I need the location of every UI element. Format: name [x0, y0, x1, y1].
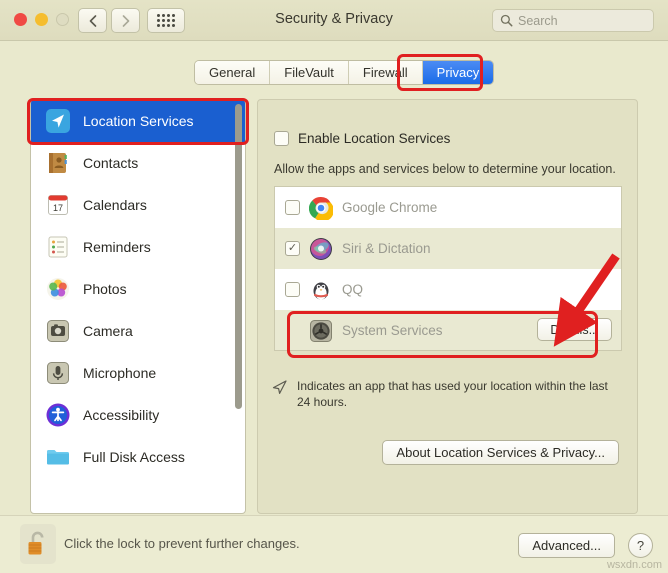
reminders-list-icon — [45, 234, 71, 260]
help-button[interactable]: ? — [628, 533, 653, 558]
sidebar-label: Reminders — [83, 239, 151, 255]
accessibility-icon — [45, 402, 71, 428]
app-name: QQ — [342, 282, 364, 297]
tab-bar: General FileVault Firewall Privacy — [194, 60, 495, 85]
chrome-icon — [308, 196, 334, 221]
note-text: Indicates an app that has used your loca… — [297, 379, 608, 410]
sidebar-label: Microphone — [83, 365, 157, 381]
search-placeholder: Search — [518, 13, 558, 28]
sidebar-item-contacts[interactable]: Contacts — [31, 142, 245, 184]
sidebar-label: Contacts — [83, 155, 139, 171]
watermark: wsxdn.com — [606, 559, 662, 571]
sidebar-label: Camera — [83, 323, 133, 339]
app-row-google-chrome[interactable]: Google Chrome — [275, 187, 621, 228]
camera-icon — [45, 318, 71, 344]
sidebar-item-calendars[interactable]: 17 Calendars — [31, 184, 245, 226]
lock-message: Click the lock to prevent further change… — [64, 536, 300, 551]
tab-privacy[interactable]: Privacy — [422, 61, 494, 84]
sidebar-item-location-services[interactable]: Location Services — [31, 100, 245, 142]
siri-icon — [309, 237, 333, 261]
tab-firewall[interactable]: Firewall — [348, 61, 423, 84]
details-button[interactable]: Details... — [537, 318, 612, 341]
app-name: Google Chrome — [342, 200, 438, 215]
qq-penguin-icon — [309, 278, 333, 302]
search-icon — [500, 14, 513, 27]
app-checkbox[interactable]: ✓ — [285, 241, 300, 256]
microphone-icon — [45, 360, 71, 386]
about-location-services-button[interactable]: About Location Services & Privacy... — [382, 440, 619, 465]
privacy-detail-panel: Enable Location Services Allow the apps … — [257, 99, 638, 514]
lock-button[interactable] — [20, 524, 56, 564]
photos-flower-icon — [45, 276, 71, 302]
system-services-gear-icon — [309, 319, 333, 343]
location-arrow-icon — [45, 108, 71, 134]
sidebar-item-photos[interactable]: Photos — [31, 268, 245, 310]
sidebar-item-camera[interactable]: Camera — [31, 310, 245, 352]
tab-general[interactable]: General — [195, 61, 271, 84]
sidebar-label: Accessibility — [83, 407, 160, 423]
privacy-category-sidebar[interactable]: Location Services Contacts 17 Calendars — [30, 99, 246, 514]
title-bar: Security & Privacy Search — [0, 0, 668, 41]
app-name: System Services — [342, 323, 443, 338]
sidebar-scrollbar[interactable] — [235, 104, 242, 409]
svg-text:17: 17 — [53, 203, 63, 213]
calendar-icon: 17 — [45, 192, 71, 218]
tab-filevault[interactable]: FileVault — [270, 61, 349, 84]
sidebar-label: Full Disk Access — [83, 449, 185, 465]
advanced-button[interactable]: Advanced... — [518, 533, 615, 558]
app-checkbox[interactable] — [285, 282, 300, 297]
sidebar-label: Calendars — [83, 197, 147, 213]
sidebar-item-microphone[interactable]: Microphone — [31, 352, 245, 394]
contacts-book-icon — [45, 150, 71, 176]
enable-location-services-row[interactable]: Enable Location Services — [274, 131, 450, 146]
sidebar-label: Location Services — [83, 113, 194, 129]
sidebar-label: Photos — [83, 281, 127, 297]
app-row-qq[interactable]: QQ — [275, 269, 621, 310]
app-name: Siri & Dictation — [342, 241, 431, 256]
folder-icon — [45, 444, 71, 470]
app-permission-list[interactable]: Google Chrome ✓ Siri & Dictation QQ Syst… — [274, 186, 622, 351]
location-usage-note: Indicates an app that has used your loca… — [272, 378, 612, 410]
app-checkbox[interactable] — [285, 200, 300, 215]
sidebar-item-full-disk-access[interactable]: Full Disk Access — [31, 436, 245, 478]
app-row-siri-and-dictation[interactable]: ✓ Siri & Dictation — [275, 228, 621, 269]
app-row-system-services[interactable]: System Services Details... — [275, 310, 621, 350]
location-arrow-indicator-icon — [272, 380, 287, 394]
sidebar-item-reminders[interactable]: Reminders — [31, 226, 245, 268]
panel-description: Allow the apps and services below to det… — [274, 162, 616, 176]
bottom-bar: Click the lock to prevent further change… — [0, 515, 668, 573]
enable-location-services-label: Enable Location Services — [298, 131, 451, 146]
search-field[interactable]: Search — [492, 9, 654, 32]
unlocked-padlock-icon — [28, 531, 44, 555]
enable-location-services-checkbox[interactable] — [274, 131, 289, 146]
sidebar-item-accessibility[interactable]: Accessibility — [31, 394, 245, 436]
